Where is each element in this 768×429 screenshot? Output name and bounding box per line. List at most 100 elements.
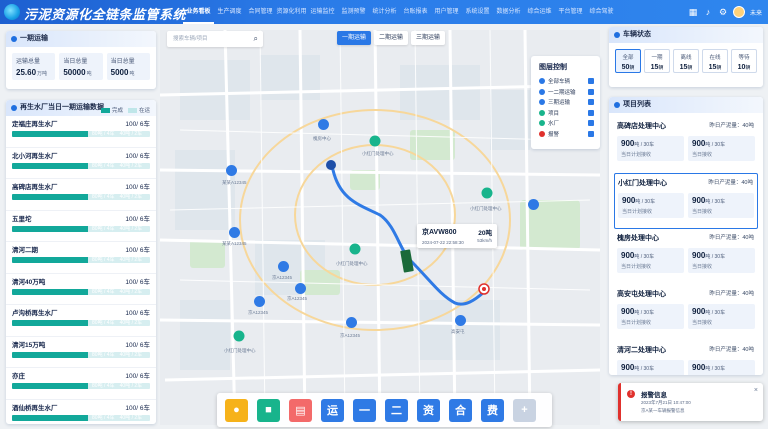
project-cell-value-row: 900吨 / 30车 (692, 307, 751, 316)
plant-row[interactable]: 酒仙桥再生水厂 100/ 6车 80吨 / 4车 40吨 / 2车 (6, 400, 156, 425)
alert-message: 京A某一车辆报警信息 (641, 408, 685, 413)
project-capacity: 昨日产泥量：40吨 (709, 123, 754, 129)
project-cell-label: 当日接收 (692, 209, 713, 215)
project-cell-unit: 吨 / 30车 (635, 199, 656, 205)
layer-checkbox[interactable] (588, 130, 594, 137)
plant-row[interactable]: 清河15万吨 100/ 6车 80吨 / 4车 40吨 / 2车 (6, 337, 156, 368)
nav-item[interactable]: 运输监控 (307, 0, 338, 24)
plant-row[interactable]: 清河40万吨 100/ 6车 80吨 / 4车 40吨 / 2车 (6, 274, 156, 305)
plant-row[interactable]: 五里坨 100/ 6车 80吨 / 4车 40吨 / 2车 (6, 211, 156, 242)
user-name[interactable]: 未来 (750, 8, 762, 17)
nav-item[interactable]: 综合驾驶 (586, 0, 617, 24)
project-cell-value: 900 (622, 196, 636, 205)
plant-row[interactable]: 高碑店再生水厂 100/ 6车 80吨 / 4车 40吨 / 2车 (6, 179, 156, 211)
settings-icon[interactable]: ⚙ (718, 7, 728, 17)
project-cell-label: 当日接收 (692, 152, 713, 158)
nav-item[interactable]: 监测预警 (338, 0, 369, 24)
alert-title: 报警信息 (641, 392, 667, 399)
map-label: 小红门处理中心 (224, 347, 256, 354)
vehicle-status-card[interactable]: 离线 15辆 (673, 49, 699, 73)
project-cell: 900吨 / 30车当日接收 (688, 360, 755, 375)
add-button[interactable]: + (513, 398, 536, 422)
layer-checkbox[interactable] (588, 109, 594, 116)
plant-row[interactable]: 亦庄 100/ 6车 80吨 / 4车 40吨 / 2车 (6, 368, 156, 400)
fee-button[interactable]: 费 (481, 398, 504, 422)
layer-label: 一二期运输 (548, 89, 576, 96)
project-cell: 900吨 / 30车当日接收 (688, 136, 755, 161)
nav-item[interactable]: 数据分析 (493, 0, 524, 24)
layer-row[interactable]: 报警 (531, 129, 600, 140)
alert-toast[interactable]: ! 报警信息 2023年7月21日 10:47:00 京A某一车辆报警信息 × (618, 383, 763, 421)
vehicle-status-card[interactable]: 在线 15辆 (702, 49, 728, 73)
kpi-value-row: 25.60万吨 (16, 68, 51, 77)
nav-item[interactable]: 综合运维 (524, 0, 555, 24)
map-toggle: 一期运输 二期运输 三期运输 (337, 31, 446, 45)
vehicle-status-card[interactable]: 等待 10辆 (731, 49, 757, 73)
vehicle-status-value-row: 10辆 (732, 64, 756, 71)
nav-item[interactable]: 合同管理 (245, 0, 276, 24)
main-nav: 业务看板 生产调度 合同管理 资源化利用 运输监控 监测预警 统计分析 台账报表 用户管理 系统设… (183, 0, 617, 24)
nav-item[interactable]: 用户管理 (431, 0, 462, 24)
plant-progress-bar: 80吨 / 4车 40吨 / 2车 (12, 162, 150, 169)
project-cell-value-row: 900吨 / 30车 (692, 196, 750, 205)
transport-button[interactable]: 运 (321, 398, 344, 422)
phase2-button[interactable]: 二 (385, 398, 408, 422)
layer-row[interactable]: 水厂 (531, 118, 600, 129)
plant-row[interactable]: 北小河再生水厂 100/ 6车 80吨 / 4车 40吨 / 2车 (6, 148, 156, 179)
nav-item[interactable]: 资源化利用 (276, 0, 307, 24)
layer-row[interactable]: 一二期运输 (531, 87, 600, 98)
grid-icon[interactable]: ▦ (688, 7, 698, 17)
layer-row[interactable]: 项目 (531, 108, 600, 119)
project-item[interactable]: 槐房处理中心 昨日产泥量：40吨 900吨 / 30车 当日计划接收 900吨 / 30… (614, 229, 758, 285)
nav-item[interactable]: 统计分析 (369, 0, 400, 24)
plant-progress-fill (12, 257, 88, 263)
plant-progress-bar: 80吨 / 4车 40吨 / 2车 (12, 257, 150, 263)
close-icon[interactable]: × (754, 387, 758, 394)
plant-progress-bar: 80吨 / 4车 40吨 / 2车 (12, 383, 150, 389)
map-button[interactable]: ▤ (289, 398, 312, 422)
project-item[interactable]: 高安屯处理中心 昨日产泥量：40吨 900吨 / 30车 当日计划接收 900吨 / 3… (614, 285, 758, 341)
layer-checkbox[interactable] (588, 120, 594, 127)
nav-item[interactable]: 业务看板 (183, 0, 214, 24)
search-icon[interactable]: ⌕ (254, 31, 258, 47)
plant-progress-bar: 80吨 / 4车 40吨 / 2车 (12, 225, 150, 232)
layer-row[interactable]: 三期运输 (531, 97, 600, 108)
layer-checkbox[interactable] (588, 99, 594, 106)
layer-control-title: 图层控制 (539, 64, 567, 71)
project-capacity: 昨日产泥量：40吨 (709, 347, 754, 353)
plant-row[interactable]: 清河二期 100/ 6车 80吨 / 4车 40吨 / 2车 (6, 242, 156, 274)
layer-row[interactable]: 全部车辆 (531, 76, 600, 87)
vehicle-load: 20吨 (478, 230, 492, 237)
top-bar: 污泥资源化全链条监管系统 业务看板 生产调度 合同管理 资源化利用 运输监控 监测预警 统计… (0, 0, 768, 24)
map-toggle-tab[interactable]: 三期运输 (411, 31, 446, 45)
plant-progress-a: 80吨 / 4车 (92, 162, 115, 169)
vehicle-status-card[interactable]: 全部 50辆 (615, 49, 641, 73)
location-button[interactable]: ● (225, 398, 248, 422)
nav-item[interactable]: 生产调度 (214, 0, 245, 24)
layer-checkbox[interactable] (588, 88, 594, 95)
project-item[interactable]: 清河二处理中心昨日产泥量：40吨900吨 / 30车当日计划接收900吨 / 3… (614, 341, 758, 375)
vehicle-status-card[interactable]: 一期 15辆 (644, 49, 670, 73)
avatar[interactable] (732, 6, 745, 18)
layer-label: 项目 (548, 110, 560, 117)
plant-count: 100/ 6车 (125, 181, 150, 191)
vehicle-popup[interactable]: 京AVW800 20吨 2024-07-22 22:58:30 53km/h (417, 224, 497, 248)
resource-button[interactable]: 资 (417, 398, 440, 422)
project-item[interactable]: 小红门处理中心 昨日产泥量：40吨 900吨 / 30车 当日计划接收 900吨 / 3… (614, 173, 758, 229)
nav-item[interactable]: 系统设置 (462, 0, 493, 24)
nav-item[interactable]: 平台管理 (555, 0, 586, 24)
project-item[interactable]: 高碑店处理中心 昨日产泥量：40吨 900吨 / 30车 当日计划接收 900吨 / 3… (614, 117, 758, 173)
plant-row[interactable]: 卢沟桥再生水厂 100/ 6车 80吨 / 4车 40吨 / 2车 (6, 305, 156, 337)
layer-icon (539, 88, 545, 95)
contract-button[interactable]: 合 (449, 398, 472, 422)
map-toggle-tab[interactable]: 二期运输 (374, 31, 409, 45)
plant-progress-a: 80吨 / 4车 (92, 131, 115, 137)
map-toggle-tab[interactable]: 一期运输 (337, 31, 372, 45)
search-input[interactable]: 搜索车辆/项目 ⌕ (167, 31, 263, 47)
video-button[interactable]: ■ (257, 398, 280, 422)
plant-row[interactable]: 定福庄再生水厂 100/ 6车 80吨 / 4车 40吨 / 2车 (6, 116, 156, 148)
bell-icon[interactable]: ♪ (703, 7, 713, 17)
nav-item[interactable]: 台账报表 (400, 0, 431, 24)
phase1-button[interactable]: 一 (353, 398, 376, 422)
layer-checkbox[interactable] (588, 78, 594, 85)
